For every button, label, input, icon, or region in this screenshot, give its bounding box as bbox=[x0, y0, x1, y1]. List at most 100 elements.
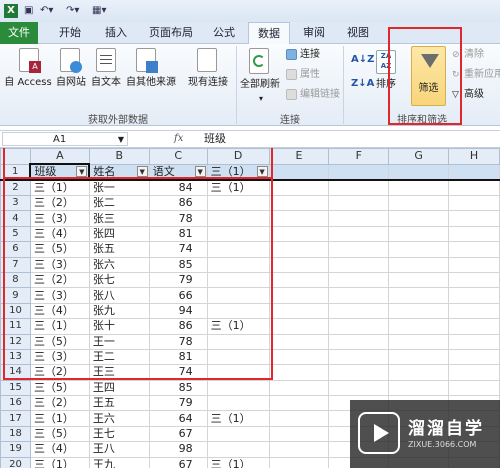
cell[interactable] bbox=[388, 241, 450, 258]
row-number[interactable]: 5 bbox=[0, 225, 31, 243]
cell[interactable] bbox=[388, 302, 450, 320]
clear-filter-icon[interactable]: ⊘ bbox=[452, 49, 460, 61]
cell[interactable] bbox=[448, 256, 500, 273]
cell-name[interactable]: 张三 bbox=[88, 210, 150, 227]
tab-data[interactable]: 数据 bbox=[248, 22, 290, 45]
tab-home[interactable]: 开始 bbox=[50, 22, 90, 44]
cell-name[interactable]: 张六 bbox=[88, 256, 150, 273]
row-number[interactable]: 16 bbox=[0, 395, 31, 412]
cell[interactable] bbox=[268, 364, 330, 381]
cell[interactable] bbox=[388, 194, 450, 212]
cell-name[interactable]: 王三 bbox=[88, 364, 150, 381]
filter-button[interactable]: 筛选 bbox=[411, 46, 446, 106]
cell-d[interactable] bbox=[206, 287, 270, 304]
cell-class[interactable]: 三（5） bbox=[29, 241, 90, 258]
cell-d[interactable] bbox=[206, 333, 270, 350]
cell[interactable] bbox=[268, 287, 330, 304]
column-header-g[interactable]: G bbox=[388, 148, 450, 165]
cell-chinese-score[interactable]: 67 bbox=[148, 425, 208, 443]
cell-name[interactable]: 王七 bbox=[88, 425, 150, 443]
header-cell-name[interactable]: 姓名 ▼ bbox=[88, 163, 150, 181]
cell-chinese-score[interactable]: 81 bbox=[148, 225, 208, 243]
cell-name[interactable]: 张一 bbox=[88, 179, 150, 196]
cell[interactable] bbox=[448, 348, 500, 366]
cell-d[interactable] bbox=[206, 348, 270, 366]
cell-class[interactable]: 三（5） bbox=[29, 333, 90, 350]
column-header-f[interactable]: F bbox=[328, 148, 390, 165]
cell-d[interactable] bbox=[206, 256, 270, 273]
clear-filter-button[interactable]: 清除 bbox=[464, 49, 484, 61]
connections-button[interactable]: 连接 bbox=[300, 49, 320, 61]
cell-d[interactable]: 三（1） bbox=[206, 410, 270, 427]
refresh-dropdown-icon[interactable]: ▾ bbox=[256, 93, 266, 105]
cell[interactable] bbox=[448, 225, 500, 243]
cell[interactable] bbox=[268, 256, 330, 273]
tab-formulas[interactable]: 公式 bbox=[204, 22, 244, 44]
cell-chinese-score[interactable]: 78 bbox=[148, 333, 208, 350]
cell[interactable] bbox=[448, 364, 500, 381]
cell[interactable] bbox=[448, 287, 500, 304]
row-number[interactable]: 18 bbox=[0, 425, 31, 443]
header-cell-chinese[interactable]: 语文 ▼ bbox=[148, 163, 208, 181]
cell-name[interactable]: 王一 bbox=[88, 333, 150, 350]
properties-button[interactable]: 属性 bbox=[300, 69, 320, 81]
cell[interactable] bbox=[388, 348, 450, 366]
row-number[interactable]: 11 bbox=[0, 318, 31, 335]
from-access-button[interactable]: 自 Access bbox=[2, 77, 54, 89]
cell-class[interactable]: 三（4） bbox=[29, 302, 90, 320]
column-header-a[interactable]: A bbox=[29, 148, 90, 165]
cell[interactable] bbox=[328, 179, 390, 196]
cell[interactable] bbox=[268, 225, 330, 243]
cell-chinese-score[interactable]: 78 bbox=[148, 210, 208, 227]
cell[interactable] bbox=[328, 163, 390, 181]
save-icon[interactable]: ▣ bbox=[24, 3, 33, 18]
cell[interactable] bbox=[268, 241, 330, 258]
cell[interactable] bbox=[328, 318, 390, 335]
filter-dropdown-icon[interactable]: ▼ bbox=[194, 165, 206, 177]
cell[interactable] bbox=[328, 333, 390, 350]
cell-class[interactable]: 三（1） bbox=[29, 410, 90, 427]
cell[interactable] bbox=[268, 163, 330, 181]
cell-name[interactable]: 张七 bbox=[88, 271, 150, 289]
select-all-corner[interactable] bbox=[0, 148, 31, 165]
row-number[interactable]: 14 bbox=[0, 364, 31, 381]
from-other-sources-button[interactable]: 自其他来源 bbox=[122, 77, 180, 89]
cell-d[interactable] bbox=[206, 364, 270, 381]
cell[interactable] bbox=[268, 410, 330, 427]
cell-chinese-score[interactable]: 85 bbox=[148, 379, 208, 397]
cell-class[interactable]: 三（3） bbox=[29, 210, 90, 227]
cell-chinese-score[interactable]: 74 bbox=[148, 241, 208, 258]
cell[interactable] bbox=[268, 318, 330, 335]
cell[interactable] bbox=[328, 194, 390, 212]
sort-ascending-icon[interactable]: A↓Z bbox=[351, 54, 374, 66]
row-number[interactable]: 20 bbox=[0, 456, 31, 468]
tab-view[interactable]: 视图 bbox=[338, 22, 378, 44]
cell[interactable] bbox=[328, 348, 390, 366]
cell-class[interactable]: 三（4） bbox=[29, 441, 90, 458]
cell[interactable] bbox=[268, 271, 330, 289]
cell[interactable] bbox=[268, 302, 330, 320]
cell[interactable] bbox=[328, 364, 390, 381]
cell-class[interactable]: 三（2） bbox=[29, 395, 90, 412]
cell-class[interactable]: 三（2） bbox=[29, 194, 90, 212]
cell[interactable] bbox=[328, 379, 390, 397]
row-number[interactable]: 1 bbox=[0, 163, 31, 181]
cell[interactable] bbox=[388, 318, 450, 335]
cell[interactable] bbox=[328, 241, 390, 258]
cell[interactable] bbox=[268, 395, 330, 412]
cell-d[interactable]: 三（1） bbox=[206, 179, 270, 196]
cell-chinese-score[interactable]: 86 bbox=[148, 194, 208, 212]
cell[interactable] bbox=[268, 194, 330, 212]
cell-name[interactable]: 王八 bbox=[88, 441, 150, 458]
row-number[interactable]: 8 bbox=[0, 271, 31, 289]
header-cell-class[interactable]: 班级 ▼ bbox=[29, 163, 91, 181]
cell-class[interactable]: 三（1） bbox=[29, 179, 90, 196]
cell[interactable] bbox=[388, 179, 450, 196]
cell[interactable] bbox=[388, 271, 450, 289]
cell[interactable] bbox=[388, 225, 450, 243]
reapply-icon[interactable]: ↻ bbox=[452, 69, 460, 81]
cell[interactable] bbox=[328, 302, 390, 320]
cell[interactable] bbox=[388, 210, 450, 227]
cell-d[interactable]: 三（1） bbox=[206, 456, 270, 468]
cell-class[interactable]: 三（5） bbox=[29, 425, 90, 443]
